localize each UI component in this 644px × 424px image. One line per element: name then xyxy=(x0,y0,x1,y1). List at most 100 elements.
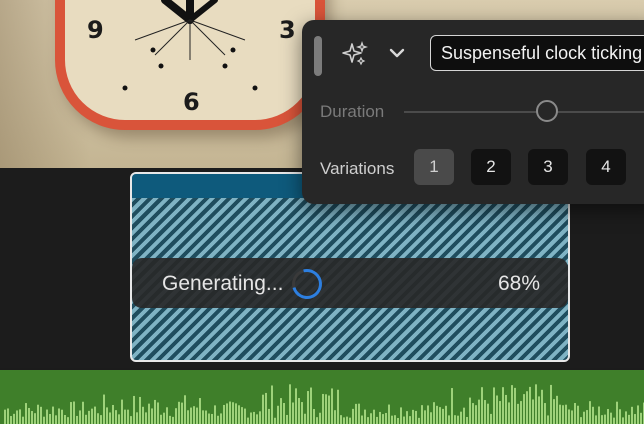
waveform-bar xyxy=(301,402,303,424)
waveform-bar xyxy=(628,414,630,424)
waveform-bar xyxy=(61,409,63,424)
variation-button-3[interactable]: 3 xyxy=(528,149,568,185)
waveform-bar xyxy=(304,413,306,424)
waveform-bar xyxy=(106,407,108,424)
waveform-bar xyxy=(502,387,504,424)
waveform-bar xyxy=(178,401,180,424)
waveform-bar xyxy=(562,405,564,424)
waveform-bar xyxy=(346,416,348,424)
waveform-bar xyxy=(358,403,360,424)
sparkle-icon[interactable] xyxy=(340,40,368,68)
progress-percent: 68% xyxy=(497,272,540,295)
waveform-bar xyxy=(55,415,57,424)
waveform-bar xyxy=(19,409,21,424)
waveform-bar xyxy=(313,409,315,424)
waveform-bar xyxy=(421,405,423,424)
duration-slider-thumb[interactable] xyxy=(536,100,558,122)
waveform-bar xyxy=(409,416,411,424)
waveform-bar xyxy=(565,404,567,424)
waveform-bar xyxy=(637,405,639,424)
clock-number-3: 3 xyxy=(279,16,296,44)
waveform-bar xyxy=(196,407,198,424)
waveform-bar xyxy=(109,412,111,424)
waveform-bar xyxy=(376,416,378,424)
waveform-bar xyxy=(286,414,288,424)
waveform-bar xyxy=(274,417,276,424)
waveform-bar xyxy=(70,402,72,424)
waveform-bar xyxy=(517,403,519,424)
waveform-bar xyxy=(514,387,516,424)
waveform-bar xyxy=(364,409,366,424)
waveform-bar xyxy=(436,405,438,424)
waveform-bar xyxy=(547,415,549,424)
waveform-bar xyxy=(616,401,618,424)
waveform-bar xyxy=(604,414,606,424)
waveform-bar xyxy=(91,408,93,424)
waveform-bar xyxy=(487,403,489,424)
waveform-bar xyxy=(58,408,60,424)
waveform-bar xyxy=(181,402,183,424)
waveform-bar xyxy=(43,416,45,424)
waveform-bar xyxy=(298,398,300,424)
waveform-bar xyxy=(10,416,12,424)
variation-button-4[interactable]: 4 xyxy=(586,149,626,185)
waveform-bar xyxy=(583,411,585,424)
waveform-bar xyxy=(223,404,225,424)
prompt-input[interactable]: Suspenseful clock ticking xyxy=(430,35,644,71)
drag-handle[interactable] xyxy=(314,36,322,76)
waveform-bar xyxy=(400,407,402,424)
waveform-bar xyxy=(385,412,387,424)
audio-track[interactable] xyxy=(0,370,644,424)
waveform-bar xyxy=(553,399,555,424)
waveform-bar xyxy=(256,414,258,424)
waveform-bar xyxy=(403,416,405,424)
waveform-bar xyxy=(559,404,561,424)
waveform-bar xyxy=(112,404,114,424)
waveform-bar xyxy=(601,415,603,424)
waveform-bar xyxy=(166,407,168,424)
waveform-bar xyxy=(13,413,15,424)
waveform-bar xyxy=(613,417,615,424)
duration-slider-track[interactable] xyxy=(404,111,644,113)
waveform-bar xyxy=(229,401,231,424)
waveform-bar xyxy=(391,415,393,424)
variation-button-2[interactable]: 2 xyxy=(471,149,511,185)
waveform-bar xyxy=(226,403,228,424)
waveform-bar xyxy=(118,414,120,424)
waveform-bar xyxy=(253,411,255,424)
waveform-bar xyxy=(490,413,492,424)
waveform-bar xyxy=(250,412,252,424)
waveform-bar xyxy=(121,399,123,424)
waveform-bar xyxy=(397,417,399,424)
waveform-bar xyxy=(355,403,357,424)
waveform-bar xyxy=(424,410,426,424)
waveform-bar xyxy=(31,411,33,424)
chevron-down-icon[interactable] xyxy=(386,42,408,64)
waveform-bar xyxy=(478,399,480,424)
waveform-bar xyxy=(457,415,459,424)
waveform-bar xyxy=(622,417,624,424)
waveform-bar xyxy=(64,415,66,424)
waveform-bar xyxy=(16,410,18,424)
waveform-bar xyxy=(343,417,345,424)
waveform-bar xyxy=(169,415,171,424)
waveform-bar xyxy=(259,411,261,424)
waveform-bar xyxy=(541,389,543,424)
waveform-bar xyxy=(574,402,576,424)
waveform-bar xyxy=(625,411,627,424)
waveform-bar xyxy=(76,415,78,424)
waveform-bar xyxy=(97,413,99,424)
waveform-bar xyxy=(40,406,42,424)
waveform-bar xyxy=(466,416,468,424)
variation-button-1[interactable]: 1 xyxy=(414,149,454,185)
waveform-bar xyxy=(139,396,141,424)
waveform-bar xyxy=(418,417,420,424)
waveform-bar xyxy=(163,412,165,424)
variations-label: Variations xyxy=(320,159,395,178)
waveform-bar xyxy=(439,407,441,424)
waveform-bar xyxy=(475,405,477,424)
waveform-bar xyxy=(529,386,531,424)
waveform-bar xyxy=(184,395,186,424)
waveform-bar xyxy=(556,395,558,424)
waveform-bar xyxy=(73,401,75,424)
